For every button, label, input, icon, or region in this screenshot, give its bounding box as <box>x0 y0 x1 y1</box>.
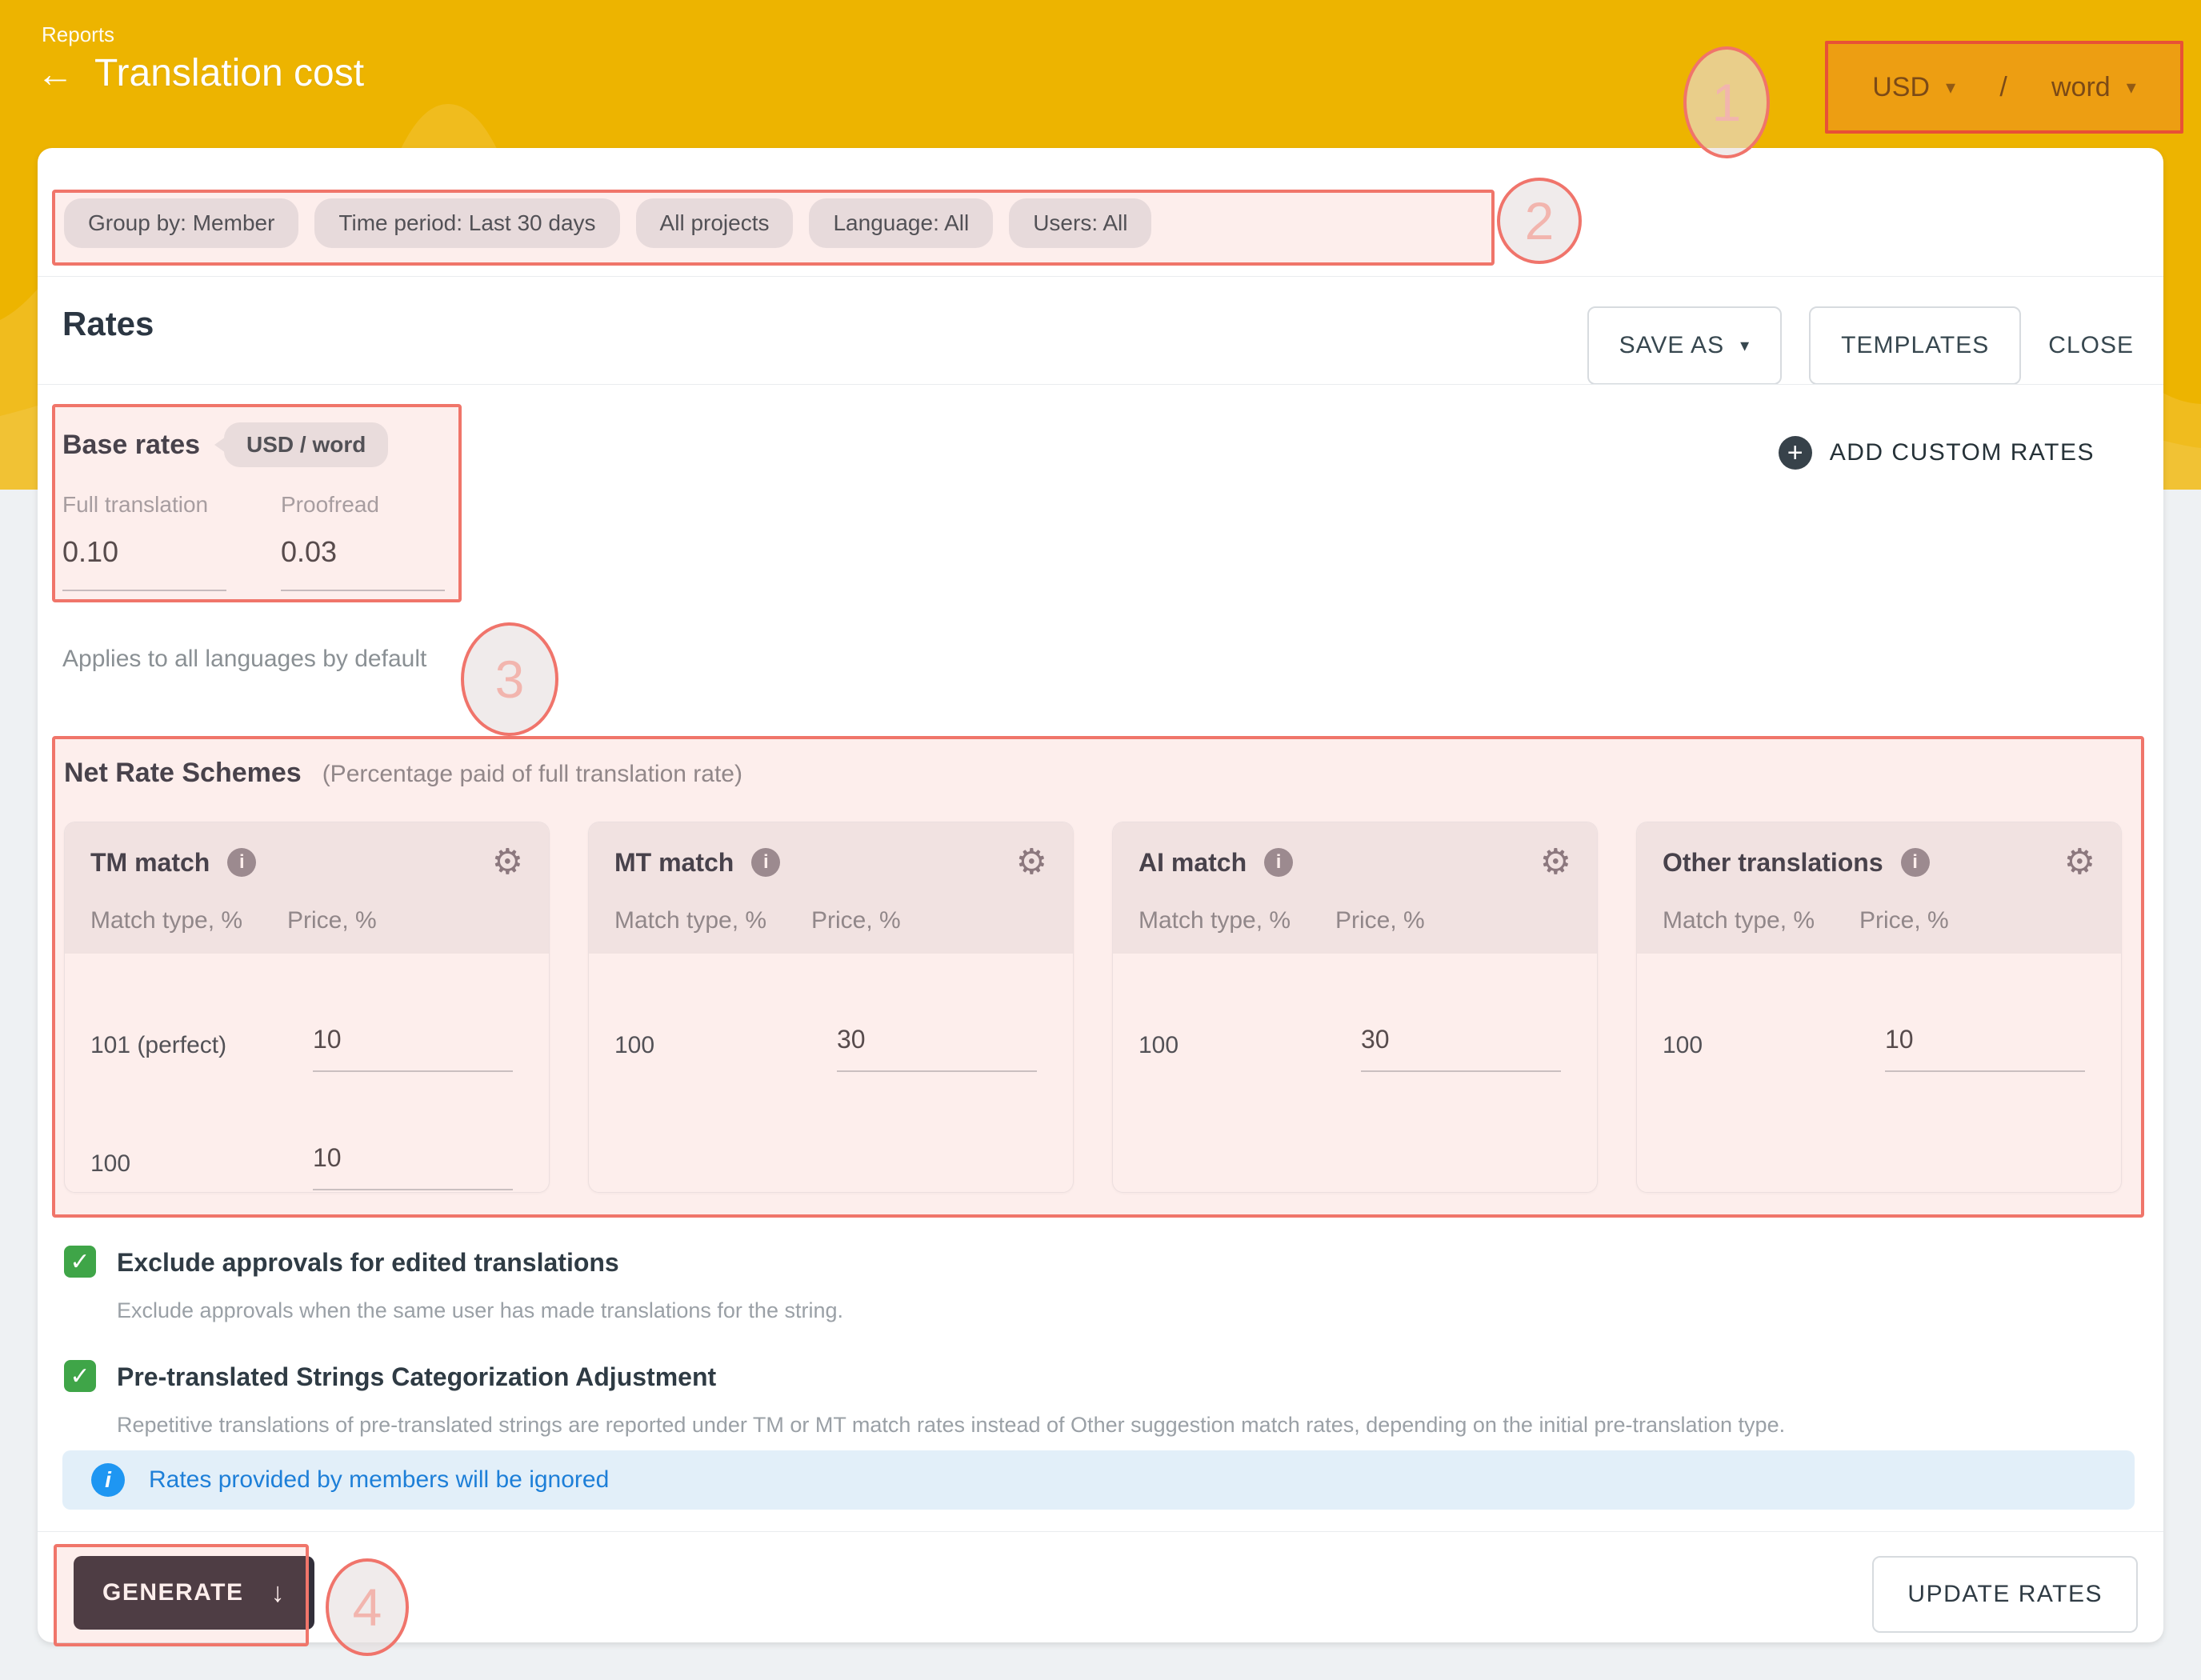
generate-button[interactable]: GENERATE ↓ <box>74 1556 314 1630</box>
rates-actions: SAVE AS ▾ TEMPLATES CLOSE <box>1587 306 2134 385</box>
rate-row: 100 10 <box>1637 989 2121 1072</box>
price-column-header: Price, % <box>1859 907 2059 934</box>
chip-language[interactable]: Language: All <box>809 198 993 248</box>
card-title: MT match <box>614 848 734 878</box>
divider <box>38 276 2163 277</box>
chevron-down-icon: ▾ <box>1946 76 1955 99</box>
price-input[interactable]: 10 <box>313 1025 342 1054</box>
net-rate-schemes-title: Net Rate Schemes <box>64 758 302 789</box>
input-underline <box>62 590 226 591</box>
option-label: Pre-translated Strings Categorization Ad… <box>117 1360 716 1394</box>
info-icon[interactable]: i <box>227 848 256 877</box>
scheme-cards-row: TM match i ⚙ Match type, % Price, % 101 … <box>64 822 2122 1193</box>
proofread-label: Proofread <box>281 492 445 518</box>
divider <box>38 384 2163 385</box>
info-icon[interactable]: i <box>1901 848 1930 877</box>
plus-icon: + <box>1779 436 1812 470</box>
report-options: ✓ Exclude approvals for edited translati… <box>64 1246 1984 1438</box>
applies-note: Applies to all languages by default <box>62 646 426 673</box>
proofread-input[interactable]: 0.03 <box>281 535 445 569</box>
gear-icon[interactable]: ⚙ <box>1016 845 1047 880</box>
rates-section-title: Rates <box>62 305 154 343</box>
match-type-column-header: Match type, % <box>1139 907 1335 934</box>
page-title: Translation cost <box>94 51 364 95</box>
info-icon[interactable]: i <box>751 848 780 877</box>
tm-match-card: TM match i ⚙ Match type, % Price, % 101 … <box>64 822 550 1193</box>
info-icon[interactable]: i <box>1264 848 1293 877</box>
rate-row: 100 30 <box>1113 989 1597 1072</box>
close-button[interactable]: CLOSE <box>2048 332 2134 359</box>
info-icon: i <box>91 1463 125 1497</box>
match-type-value: 100 <box>1139 1032 1361 1072</box>
other-translations-card: Other translations i ⚙ Match type, % Pri… <box>1636 822 2122 1193</box>
price-input[interactable]: 10 <box>313 1143 342 1172</box>
templates-button[interactable]: TEMPLATES <box>1809 306 2021 385</box>
card-title: TM match <box>90 848 210 878</box>
match-type-value: 100 <box>1663 1032 1885 1072</box>
download-arrow-icon: ↓ <box>270 1578 286 1609</box>
filter-chips-row: Group by: Member Time period: Last 30 da… <box>64 198 1151 248</box>
option-pretranslated-adjustment: ✓ Pre-translated Strings Categorization … <box>64 1360 1984 1438</box>
full-translation-field: Full translation 0.10 <box>62 492 226 591</box>
rate-row: 101 (perfect) 10 <box>65 989 549 1072</box>
match-type-value: 101 (perfect) <box>90 1032 313 1072</box>
chip-group-by[interactable]: Group by: Member <box>64 198 298 248</box>
chip-projects[interactable]: All projects <box>636 198 794 248</box>
price-column-header: Price, % <box>287 907 487 934</box>
mt-match-card: MT match i ⚙ Match type, % Price, % 100 … <box>588 822 1074 1193</box>
price-input[interactable]: 30 <box>837 1025 866 1054</box>
full-translation-input[interactable]: 0.10 <box>62 535 226 569</box>
match-type-column-header: Match type, % <box>614 907 811 934</box>
update-rates-button[interactable]: UPDATE RATES <box>1872 1556 2138 1633</box>
chevron-down-icon: ▾ <box>1740 335 1750 356</box>
report-settings-card: Group by: Member Time period: Last 30 da… <box>38 148 2163 1642</box>
option-label: Exclude approvals for edited translation… <box>117 1246 619 1279</box>
price-input[interactable]: 30 <box>1361 1025 1390 1054</box>
price-column-header: Price, % <box>811 907 1011 934</box>
gear-icon[interactable]: ⚙ <box>1540 845 1571 880</box>
ai-match-card: AI match i ⚙ Match type, % Price, % 100 … <box>1112 822 1598 1193</box>
full-translation-label: Full translation <box>62 492 226 518</box>
chip-users[interactable]: Users: All <box>1009 198 1151 248</box>
gear-icon[interactable]: ⚙ <box>2064 845 2095 880</box>
price-column-header: Price, % <box>1335 907 1535 934</box>
rate-row: 100 10 <box>65 1107 549 1190</box>
match-type-column-header: Match type, % <box>1663 907 1859 934</box>
base-rates-title: Base rates <box>62 430 200 461</box>
match-type-value: 100 <box>90 1150 313 1190</box>
match-type-value: 100 <box>614 1032 837 1072</box>
option-description: Exclude approvals when the same user has… <box>117 1298 1984 1323</box>
divider <box>38 1531 2163 1532</box>
unit-separator: / <box>1999 72 2007 103</box>
rate-row: 100 30 <box>589 989 1073 1072</box>
base-rates-unit-badge: USD / word <box>224 422 388 467</box>
add-custom-rates-button[interactable]: + ADD CUSTOM RATES <box>1779 436 2095 470</box>
match-type-column-header: Match type, % <box>90 907 287 934</box>
report-unit-controls: USD ▾ / word ▾ <box>1828 44 2180 130</box>
price-input[interactable]: 10 <box>1885 1025 1914 1054</box>
info-banner-text: Rates provided by members will be ignore… <box>149 1466 609 1494</box>
chevron-down-icon: ▾ <box>2127 76 2136 99</box>
currency-select[interactable]: USD ▾ <box>1872 72 1955 103</box>
unit-select[interactable]: word ▾ <box>2051 72 2136 103</box>
input-underline <box>281 590 445 591</box>
net-rate-schemes-subtitle: (Percentage paid of full translation rat… <box>322 761 742 788</box>
checkbox-checked[interactable]: ✓ <box>64 1246 96 1278</box>
gear-icon[interactable]: ⚙ <box>492 845 523 880</box>
option-exclude-approvals: ✓ Exclude approvals for edited translati… <box>64 1246 1984 1323</box>
checkbox-checked[interactable]: ✓ <box>64 1360 96 1392</box>
checkmark-icon: ✓ <box>70 1248 90 1276</box>
card-title: AI match <box>1139 848 1247 878</box>
card-title: Other translations <box>1663 848 1883 878</box>
back-arrow-icon[interactable]: ← <box>37 55 74 92</box>
proofread-field: Proofread 0.03 <box>281 492 445 591</box>
info-banner: i Rates provided by members will be igno… <box>62 1450 2135 1510</box>
base-rates-fields: Full translation 0.10 Proofread 0.03 <box>62 492 445 591</box>
chip-time-period[interactable]: Time period: Last 30 days <box>314 198 619 248</box>
breadcrumb[interactable]: Reports <box>42 22 114 47</box>
checkmark-icon: ✓ <box>70 1362 90 1390</box>
option-description: Repetitive translations of pre-translate… <box>117 1413 1984 1438</box>
save-as-button[interactable]: SAVE AS ▾ <box>1587 306 1783 385</box>
